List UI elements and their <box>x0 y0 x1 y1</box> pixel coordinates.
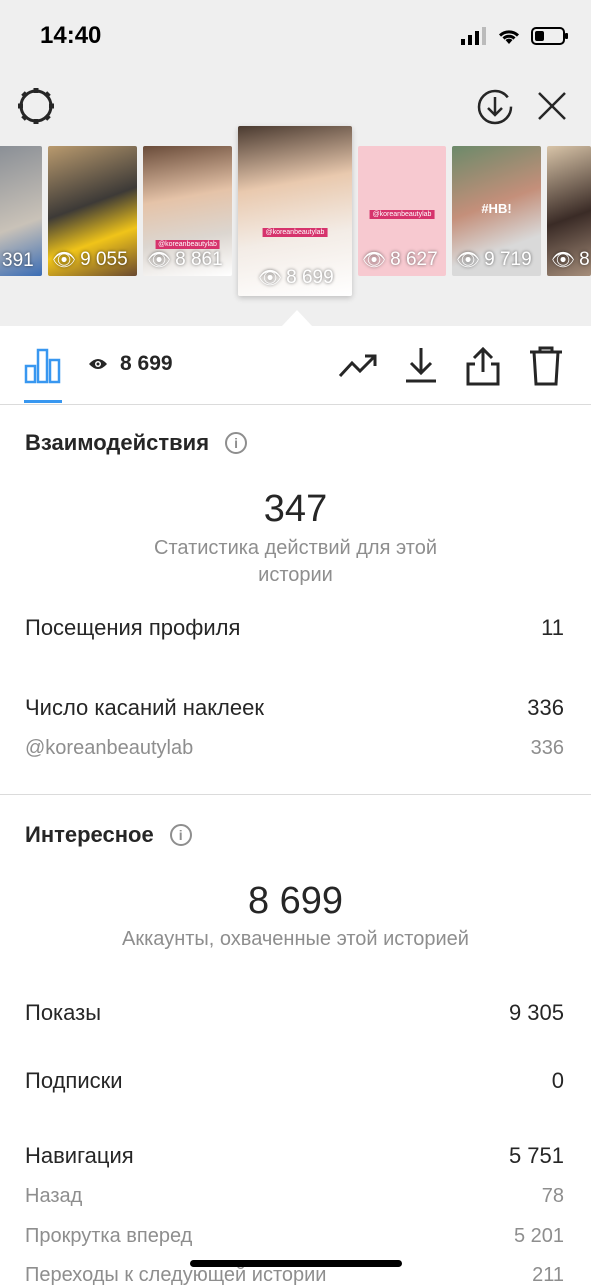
metric-subrow: Назад 78 <box>25 1185 564 1208</box>
metric-value: 211 <box>532 1264 564 1286</box>
metric-label: Число касаний наклеек <box>25 695 264 720</box>
story-view-count: 391 <box>2 250 34 271</box>
story-view-count: 👁 9 055 <box>52 249 128 271</box>
story-view-count: 👁 8 699 <box>258 267 334 289</box>
eye-icon: 👁 <box>551 250 576 271</box>
metric-label: Посещения профиля <box>25 615 241 640</box>
metric-value: 336 <box>527 695 564 720</box>
metric-label: Переходы к следующей истории <box>25 1264 327 1286</box>
metric-row: Показы 9 305 <box>25 1000 564 1026</box>
metric-label: Показы <box>25 1000 102 1025</box>
metric-value: 0 <box>551 1068 564 1093</box>
metric-row: Навигация 5 751 <box>25 1143 564 1169</box>
eye-icon: 👁 <box>52 250 77 271</box>
metric-subrow: Переходы к следующей истории 211 <box>25 1264 564 1287</box>
story-view-count: 👁 8 861 <box>147 249 223 271</box>
wifi-icon <box>498 30 520 44</box>
eye-icon: 👁 <box>147 250 172 271</box>
story-thumbnail[interactable]: #НВ! 👁 9 719 <box>452 146 541 276</box>
metric-value: 336 <box>530 737 564 759</box>
mention-tag: @koreanbeautylab <box>262 228 328 237</box>
metric-value: 11 <box>541 615 564 640</box>
status-icons <box>461 24 569 48</box>
story-thumbnail[interactable]: 👁 8 <box>547 146 591 276</box>
interactions-total-label: Статистика действий для этой истории <box>154 537 437 586</box>
metric-value: 5 201 <box>513 1225 564 1247</box>
metric-label: Подписки <box>25 1068 123 1093</box>
metric-label: Навигация <box>25 1143 134 1168</box>
story-preview-area: 14:40 391 👁 9 055 @koreanbeautylab 👁 8 8… <box>0 0 591 326</box>
viewers-count[interactable]: 8 699 <box>88 352 173 376</box>
signal-icon <box>461 27 486 45</box>
eye-icon: 👁 <box>456 250 481 271</box>
metric-label: Назад <box>25 1185 83 1207</box>
metric-subrow: Прокрутка вперед 5 201 <box>25 1225 564 1248</box>
metric-label: Прокрутка вперед <box>25 1225 193 1247</box>
metric-row: Число касаний наклеек 336 <box>25 695 564 721</box>
story-thumbnail-strip[interactable]: 391 👁 9 055 @koreanbeautylab 👁 8 861 @kore… <box>0 126 591 326</box>
story-toolbar: 8 699 <box>0 326 591 405</box>
story-thumbnail[interactable]: @koreanbeautylab 👁 8 861 <box>143 146 232 276</box>
active-tab-indicator <box>24 400 62 403</box>
settings-icon[interactable] <box>16 86 56 126</box>
info-icon[interactable]: i <box>169 824 192 846</box>
metric-subrow: @koreanbeautylab 336 <box>25 737 564 760</box>
section-divider <box>0 794 591 795</box>
insights-bar-chart-icon[interactable] <box>24 348 62 384</box>
interactions-total: 347 <box>263 488 328 530</box>
metric-value: 5 751 <box>508 1143 564 1168</box>
discovery-section-title: Интересное i <box>25 822 192 848</box>
metric-row: Посещения профиля 11 <box>25 615 564 641</box>
eye-icon: 👁 <box>258 268 283 289</box>
close-icon[interactable] <box>536 90 568 122</box>
metric-value: 9 305 <box>508 1000 564 1025</box>
metric-value: 78 <box>541 1185 564 1207</box>
download-circle-icon[interactable] <box>476 88 514 126</box>
story-view-count: 👁 9 719 <box>456 249 532 271</box>
discovery-total: 8 699 <box>247 880 344 922</box>
mention-tag: @koreanbeautylab <box>369 210 435 219</box>
story-thumbnail-selected[interactable]: @koreanbeautylab 👁 8 699 <box>238 126 352 296</box>
share-icon[interactable] <box>466 346 500 386</box>
metric-row: Подписки 0 <box>25 1068 564 1094</box>
eye-icon <box>89 359 107 369</box>
promote-trend-icon[interactable] <box>338 346 378 382</box>
info-icon[interactable]: i <box>225 432 248 454</box>
story-view-count: 👁 8 <box>551 249 590 271</box>
story-thumbnail[interactable]: 👁 9 055 <box>48 146 137 276</box>
home-indicator[interactable] <box>190 1260 402 1267</box>
save-download-icon[interactable] <box>404 346 438 384</box>
hashtag-label: #НВ! <box>481 201 512 216</box>
interactions-title-text: Взаимодействия <box>25 430 210 455</box>
story-thumbnail[interactable]: 391 <box>0 146 42 276</box>
battery-icon <box>531 27 568 45</box>
selected-story-pointer <box>282 310 312 326</box>
viewers-count-value: 8 699 <box>120 352 173 375</box>
discovery-title-text: Интересное <box>25 822 154 847</box>
status-time: 14:40 <box>40 22 102 49</box>
metric-label: @koreanbeautylab <box>25 737 194 759</box>
eye-icon: 👁 <box>362 250 387 271</box>
story-view-count: 👁 8 627 <box>362 249 438 271</box>
story-thumbnail[interactable]: @koreanbeautylab 👁 8 627 <box>358 146 446 276</box>
delete-trash-icon[interactable] <box>529 346 563 386</box>
interactions-section-title: Взаимодействия i <box>25 430 248 456</box>
discovery-total-label: Аккаунты, охваченные этой историей <box>122 928 469 950</box>
